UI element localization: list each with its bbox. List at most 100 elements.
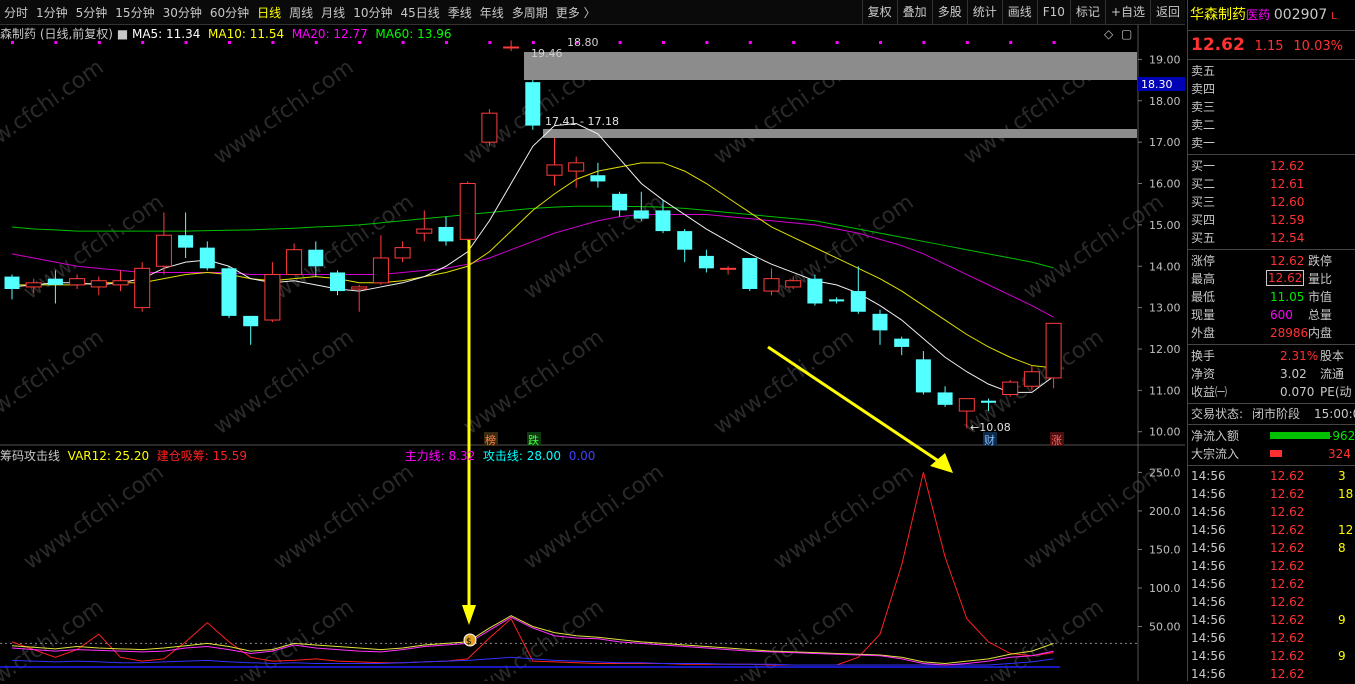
tick-row: 14:56 12.62 18: [1188, 485, 1355, 503]
period-tab[interactable]: 周线: [285, 4, 317, 21]
indicator-axis-label: 200.0: [1149, 505, 1181, 518]
period-tabs: 分时 1分钟 5分钟 15分钟 30分钟 60分钟 日线 周线 月线 10分钟 45日线 季线 年线 多周…: [0, 4, 600, 21]
tick-price: 12.62: [1270, 505, 1305, 519]
kline-chart[interactable]: www.cfchi.com www.cfchi.com www.cfchi.com w…: [0, 25, 1185, 681]
tag-bang: 榜: [485, 433, 496, 447]
candle-body-down: [221, 268, 237, 316]
quote-row-value: 12.62: [1270, 159, 1305, 173]
quote-row: 卖一: [1188, 134, 1355, 152]
candle-body-up: [720, 267, 737, 270]
quote-row-label: 买一: [1191, 159, 1216, 173]
watermark-text: www.cfchi.com: [0, 55, 109, 170]
tick-row: 14:56 12.62: [1188, 557, 1355, 575]
candle-body-down: [330, 272, 345, 292]
tick-price: 12.62: [1270, 613, 1305, 627]
price-axis-label: 17.00: [1149, 136, 1181, 149]
tool-button[interactable]: +自选: [1104, 0, 1150, 24]
bid-book: 买一 12.62 买二 12.61 买三 12.60 买四 12.59 买五 12.54: [1188, 155, 1355, 250]
period-tab[interactable]: 45日线: [396, 4, 443, 21]
quote-row-label: 买三: [1191, 195, 1216, 209]
quote-row: 卖三: [1188, 98, 1355, 116]
tool-button[interactable]: F10: [1036, 0, 1070, 24]
tick-row: 14:56 12.62 9: [1188, 611, 1355, 629]
tool-button[interactable]: 画线: [1001, 0, 1037, 24]
price-axis-label: 19.00: [1149, 53, 1181, 66]
diamond-icon[interactable]: ◇: [1104, 27, 1114, 41]
quote-row-label: 卖二: [1191, 118, 1216, 132]
candle-body-up: [155, 234, 172, 267]
tick-price: 12.62: [1270, 523, 1305, 537]
quote-row-right-label: PE(动: [1320, 385, 1352, 399]
candle-body-down: [937, 392, 953, 405]
tick-time: 14:56: [1191, 667, 1226, 681]
quote-row-right-label: 股本: [1320, 349, 1345, 363]
tool-button[interactable]: 复权: [861, 0, 897, 24]
price-pct: 10.03%: [1293, 39, 1343, 54]
price-axis-label: 16.00: [1149, 178, 1181, 191]
price-summary: 12.62 1.15 10.03%: [1188, 31, 1355, 60]
tool-button[interactable]: 统计: [966, 0, 1002, 24]
tick-price: 12.62: [1270, 631, 1305, 645]
coin-label: $: [466, 637, 472, 647]
quote-row-value: 12.60: [1270, 195, 1305, 209]
period-tab[interactable]: 30分钟: [159, 4, 206, 21]
tool-button[interactable]: 返回: [1149, 0, 1185, 24]
period-tab[interactable]: 年线: [476, 4, 508, 21]
candle-body-down: [633, 210, 649, 219]
sector-tag[interactable]: 医药: [1246, 8, 1270, 22]
tool-button[interactable]: 多股: [931, 0, 967, 24]
candle-body-up: [90, 280, 107, 288]
candle-body-down: [4, 276, 20, 290]
period-tab[interactable]: 15分钟: [111, 4, 158, 21]
period-tab[interactable]: 多周期: [508, 4, 552, 21]
candle-body-down: [525, 82, 541, 126]
resistance-band-upper: [524, 52, 1137, 80]
candle-body-down: [850, 291, 866, 312]
quote-row-label: 净流入额: [1191, 429, 1240, 443]
tick-list[interactable]: 14:56 12.62 3 14:56 12.62 18 14:56 12.62 14:56 12…: [1188, 466, 1355, 684]
marker-dot: [792, 41, 796, 44]
quote-row-label: 现量: [1191, 308, 1216, 322]
period-tab[interactable]: 月线: [317, 4, 349, 21]
tick-price: 12.62: [1270, 487, 1305, 501]
period-tab[interactable]: 日线: [253, 4, 285, 21]
quote-row-value: 12.59: [1270, 213, 1305, 227]
tool-button[interactable]: 标记: [1069, 0, 1105, 24]
period-tab[interactable]: 60分钟: [206, 4, 253, 21]
tool-button[interactable]: 叠加: [896, 0, 932, 24]
quote-row-right-label: 流通: [1320, 367, 1345, 381]
watermark-text: www.cfchi.com: [1019, 190, 1168, 305]
candle-body-down: [698, 255, 714, 269]
marker-dot: [965, 41, 969, 44]
candle-body-down: [47, 278, 63, 285]
price-axis-label: 15.00: [1149, 219, 1181, 232]
marker-dot: [662, 41, 665, 44]
tick-row: 14:56 12.62: [1188, 665, 1355, 683]
extra-legend: 0.00: [568, 449, 596, 463]
period-tab[interactable]: 10分钟: [349, 4, 396, 21]
period-tab[interactable]: 1分钟: [32, 4, 72, 21]
period-tab[interactable]: 分时: [0, 4, 32, 21]
candle-body-down: [612, 193, 628, 211]
price-axis-label: 14.00: [1149, 260, 1181, 273]
quote-row-label: 卖三: [1191, 100, 1216, 114]
period-toolbar: 分时 1分钟 5分钟 15分钟 30分钟 60分钟 日线 周线 月线 10分钟 45日线 季线 年线 多周…: [0, 0, 1185, 25]
fullscreen-icon[interactable]: ▢: [1121, 27, 1132, 41]
stat-block: 涨停 12.62 跌停 最高 12.62 量比 最低 11.05 市值 现量 600 总量 外盘 2898…: [1188, 250, 1355, 345]
period-tab[interactable]: 5分钟: [72, 4, 112, 21]
candle-body-up: [1002, 381, 1019, 395]
period-tab[interactable]: 更多 〉: [552, 4, 600, 21]
quote-row-value: 3.02: [1280, 367, 1307, 381]
quote-row-label: 卖四: [1191, 82, 1216, 96]
quote-row: 涨停 12.62 跌停: [1188, 252, 1355, 270]
quote-row: 买三 12.60: [1188, 193, 1355, 211]
candle-body-up: [785, 280, 802, 288]
watermark-text: www.cfchi.com: [0, 325, 109, 440]
high-label: 19.46: [531, 47, 563, 60]
marker-dot: [922, 41, 926, 44]
tick-volume: 9: [1338, 649, 1346, 663]
stock-name[interactable]: 华森制药: [1190, 7, 1246, 23]
marker-dot: [879, 41, 882, 44]
candle-body-up: [264, 274, 281, 321]
period-tab[interactable]: 季线: [444, 4, 476, 21]
